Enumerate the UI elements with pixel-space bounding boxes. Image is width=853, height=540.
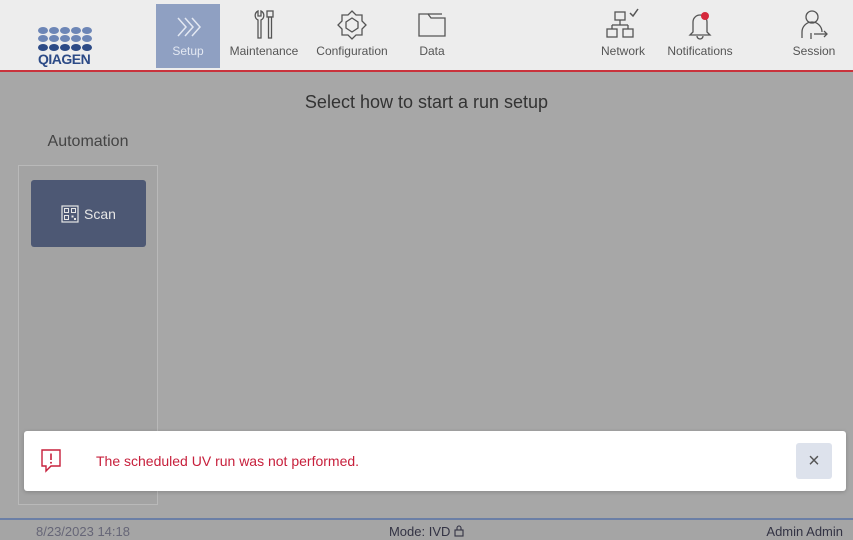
status-bar-divider [0,518,853,520]
toast-message: The scheduled UV run was not performed. [96,453,360,469]
logo-text: QIAGEN [38,51,91,67]
nav-network-button[interactable]: Network [594,4,652,68]
scan-button[interactable]: Scan [31,180,146,247]
nav-maintenance-label: Maintenance [229,44,299,58]
nav-data-button[interactable]: Data [406,4,458,68]
notification-toast: The scheduled UV run was not performed. … [24,431,846,491]
status-mode-text: Mode: IVD [388,524,451,539]
page-title: Select how to start a run setup [304,92,549,112]
nav-session-button[interactable]: Session [784,4,844,68]
status-bar: 8/23/2023 14:18 Mode: IVD Admin Admin [0,518,853,540]
status-user: Admin Admin [766,524,843,539]
logo-dots [38,27,94,51]
nav-notifications-button[interactable]: Notifications [659,4,741,68]
network-icon [594,4,652,42]
bell-icon [659,4,741,42]
nav-setup-button[interactable]: Setup [156,4,220,68]
chevrons-right-icon [156,4,220,42]
status-mode: Mode: IVD [0,524,853,539]
tools-icon [224,4,304,42]
nav-configuration-button[interactable]: Configuration [309,4,395,68]
nav-notifications-label: Notifications [667,44,733,58]
automation-section-label: Automation [47,133,129,150]
nav-setup-label: Setup [172,44,204,58]
nav-configuration-label: Configuration [316,44,388,58]
close-icon: × [808,449,820,472]
nav-data-label: Data [419,44,445,58]
session-icon [784,4,844,42]
nav-maintenance-button[interactable]: Maintenance [224,4,304,68]
folder-icon [406,4,458,42]
lock-icon [454,524,464,539]
scan-button-label: Scan [84,205,116,222]
qr-code-icon [61,204,79,223]
nav-session-label: Session [792,44,836,58]
close-toast-button[interactable]: × [796,443,832,479]
brand-accent-line [0,70,853,72]
warning-icon [40,448,62,474]
gear-icon [309,4,395,42]
nav-network-label: Network [600,44,645,58]
